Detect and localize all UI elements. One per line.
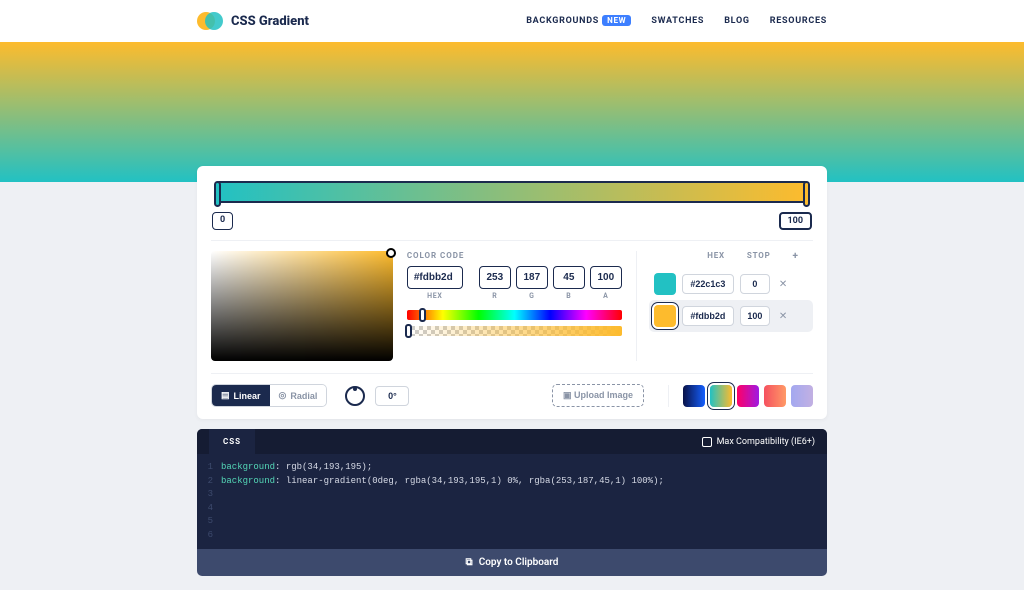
delete-stop-icon[interactable]: ✕	[776, 279, 790, 290]
hex-input[interactable]	[407, 266, 463, 289]
preset-swatch[interactable]	[683, 385, 705, 407]
hue-slider[interactable]	[407, 310, 622, 320]
image-icon: ▣	[563, 390, 572, 400]
brand-name: CSS Gradient	[231, 14, 309, 29]
sub-hex: HEX	[427, 292, 442, 300]
logo[interactable]: CSS Gradient	[197, 12, 309, 30]
alpha-slider[interactable]	[407, 326, 622, 336]
header: CSS Gradient BACKGROUNDSNEW SWATCHES BLO…	[0, 0, 1024, 42]
code-body[interactable]: 1background: rgb(34,193,195);2background…	[197, 454, 827, 549]
preset-swatch[interactable]	[791, 385, 813, 407]
upload-image-button[interactable]: ▣ Upload Image	[552, 384, 644, 407]
ruler: 0 100	[211, 212, 813, 230]
stop-row[interactable]: ✕	[649, 268, 813, 300]
color-cursor[interactable]	[386, 248, 396, 258]
angle-input[interactable]	[375, 386, 409, 406]
code-line: 1background: rgb(34,193,195);	[197, 461, 827, 475]
checkbox-icon	[702, 437, 712, 447]
color-saturation-area[interactable]	[211, 251, 393, 361]
stops-list: HEX STOP + ✕ ✕	[636, 251, 813, 361]
copy-button[interactable]: ⧉ Copy to Clipboard	[197, 549, 827, 576]
new-badge: NEW	[602, 15, 631, 26]
linear-button[interactable]: ▤Linear	[212, 385, 270, 406]
preset-swatch[interactable]	[764, 385, 786, 407]
nav-resources[interactable]: RESOURCES	[770, 16, 827, 26]
gradient-bar-wrap	[211, 178, 813, 206]
code-line: 4	[197, 502, 827, 516]
code-line: 6	[197, 529, 827, 543]
alpha-handle[interactable]	[405, 324, 412, 338]
stop-pos-input[interactable]	[740, 274, 770, 294]
nav-swatches[interactable]: SWATCHES	[651, 16, 704, 26]
code-line: 2background: linear-gradient(0deg, rgba(…	[197, 475, 827, 489]
preset-swatch[interactable]	[710, 385, 732, 407]
b-input[interactable]	[553, 266, 585, 289]
code-line: 5	[197, 515, 827, 529]
ruler-max: 100	[779, 212, 813, 230]
max-compat-toggle[interactable]: Max Compatibility (IE6+)	[702, 437, 815, 447]
ruler-min: 0	[212, 212, 233, 230]
stop-handle-0[interactable]	[214, 181, 221, 207]
logo-icon	[197, 12, 223, 30]
hero-gradient-preview	[0, 42, 1024, 182]
css-tab[interactable]: CSS	[209, 429, 255, 454]
code-line: 3	[197, 488, 827, 502]
a-input[interactable]	[590, 266, 622, 289]
radial-icon: ◎	[279, 390, 287, 401]
g-input[interactable]	[516, 266, 548, 289]
color-code-label: COLOR CODE	[407, 251, 622, 260]
stop-row[interactable]: ✕	[649, 300, 813, 332]
nav-backgrounds[interactable]: BACKGROUNDSNEW	[526, 16, 631, 26]
stops-hex-label: HEX	[707, 251, 725, 262]
color-inputs: COLOR CODE HEX R G B A	[407, 251, 622, 361]
nav: BACKGROUNDSNEW SWATCHES BLOG RESOURCES	[526, 16, 827, 26]
copy-icon: ⧉	[466, 557, 473, 568]
nav-blog[interactable]: BLOG	[724, 16, 750, 26]
delete-stop-icon[interactable]: ✕	[776, 311, 790, 322]
stop-pos-input[interactable]	[740, 306, 770, 326]
stops-stop-label: STOP	[747, 251, 771, 262]
gradient-type-toggle: ▤Linear ◎Radial	[211, 384, 327, 407]
stop-swatch[interactable]	[654, 273, 676, 295]
stop-hex-input[interactable]	[682, 306, 734, 326]
add-stop-icon[interactable]: +	[793, 251, 799, 262]
gradient-bar[interactable]	[215, 181, 809, 203]
hue-handle[interactable]	[419, 308, 426, 322]
code-panel: CSS Max Compatibility (IE6+) 1background…	[197, 429, 827, 549]
radial-button[interactable]: ◎Radial	[270, 385, 327, 406]
gradient-tool-panel: 0 100 COLOR CODE HEX R G B A	[197, 166, 827, 419]
linear-icon: ▤	[221, 390, 230, 401]
presets	[668, 385, 813, 407]
stop-handle-1[interactable]	[803, 181, 810, 207]
stop-hex-input[interactable]	[682, 274, 734, 294]
r-input[interactable]	[479, 266, 511, 289]
stop-swatch[interactable]	[654, 305, 676, 327]
preset-swatch[interactable]	[737, 385, 759, 407]
angle-dial[interactable]	[345, 386, 365, 406]
controls-row: ▤Linear ◎Radial ▣ Upload Image	[211, 373, 813, 407]
